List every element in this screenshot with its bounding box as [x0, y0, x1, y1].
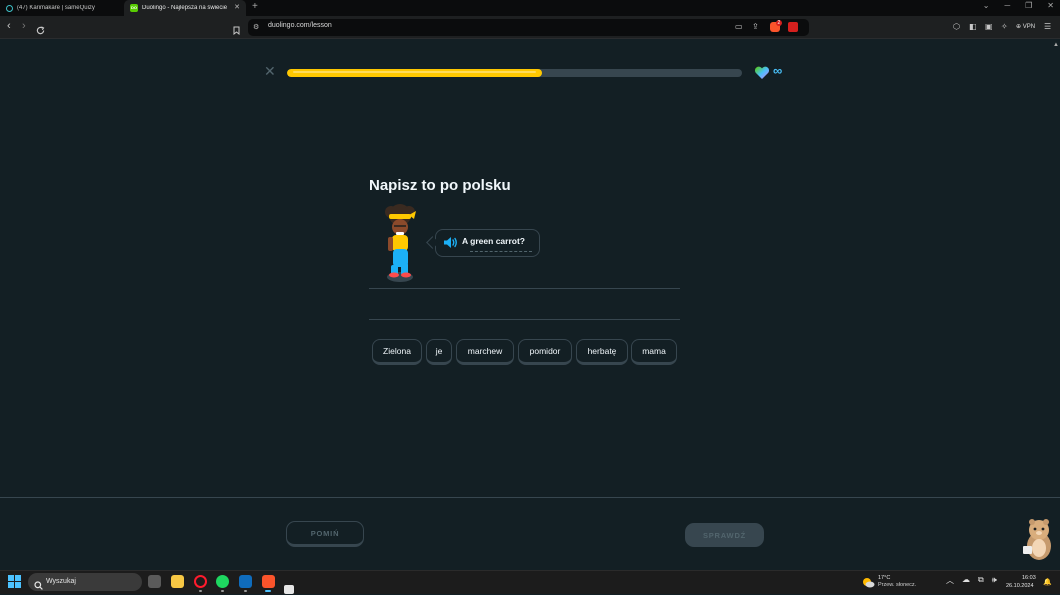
vpn-label: VPN: [1022, 24, 1036, 30]
challenge-title: Napisz to po polsku: [369, 177, 511, 194]
notification-bell-icon[interactable]: 🔔: [1043, 578, 1052, 586]
windows-logo-icon: [8, 575, 21, 588]
brave-browser-icon[interactable]: [262, 575, 275, 588]
brave-rewards-icon[interactable]: [788, 22, 798, 32]
vpn-button[interactable]: ⊕ VPN: [1016, 23, 1035, 30]
lesson-progress-bar: [287, 69, 742, 77]
word-chip-je[interactable]: je: [426, 339, 452, 365]
browser-tab-active[interactable]: DO Duolingo - Najlepsza na świecie ✕: [124, 0, 246, 16]
forward-button[interactable]: ›: [22, 20, 26, 32]
running-indicator: [199, 590, 202, 592]
prompt-hint-underline: [470, 251, 532, 252]
page-scrollbar[interactable]: [1052, 40, 1060, 570]
reload-button[interactable]: [36, 22, 45, 40]
footer-divider: [0, 497, 1060, 498]
tab-close-icon[interactable]: ✕: [234, 3, 240, 11]
minimize-button[interactable]: ─: [1004, 1, 1010, 10]
running-indicator: [221, 590, 224, 592]
prompt-sentence[interactable]: A green carrot?: [462, 236, 525, 246]
word-chip-mama[interactable]: mama: [631, 339, 677, 365]
sidebar-icon[interactable]: ◧: [969, 22, 977, 31]
menu-icon[interactable]: ☰: [1044, 22, 1051, 31]
skip-button[interactable]: POMIŃ: [286, 521, 364, 547]
character-illustration: [379, 203, 421, 288]
close-window-button[interactable]: ✕: [1047, 1, 1054, 10]
address-bar[interactable]: [248, 19, 809, 36]
share-icon[interactable]: ⇪: [752, 22, 759, 31]
clock-time[interactable]: 16:03: [1022, 575, 1036, 581]
tab-search-chevron-icon[interactable]: ⌄: [983, 1, 990, 10]
back-button[interactable]: ‹: [7, 20, 11, 32]
cast-icon[interactable]: ▭: [735, 22, 743, 31]
check-button[interactable]: SPRAWDŹ: [685, 523, 764, 547]
speaker-icon[interactable]: [443, 236, 458, 254]
search-placeholder: Wyszukaj: [46, 578, 76, 585]
hamster-sticker-icon: [1021, 518, 1055, 567]
tab-title: Duolingo - Najlepsza na świecie: [142, 5, 228, 11]
reload-icon: [36, 26, 45, 35]
extensions-icon[interactable]: ⬡: [953, 22, 960, 31]
url-text[interactable]: duolingo.com/lesson: [268, 22, 332, 29]
active-app-indicator: [265, 590, 271, 592]
tab-title: (47) Karimakare | sameQuizy: [17, 5, 95, 11]
weather-temperature: 17°C: [878, 575, 891, 581]
opera-icon[interactable]: [194, 575, 207, 588]
weather-sun-cloud-icon[interactable]: [862, 575, 875, 593]
heart-icon: [754, 66, 770, 85]
answer-line: [369, 288, 680, 289]
window-controls: ⌄ ─ ❐ ✕: [983, 1, 1054, 10]
word-chip-herbate[interactable]: herbatę: [576, 339, 628, 365]
answer-line: [369, 319, 680, 320]
onedrive-cloud-icon[interactable]: ☁: [962, 575, 970, 586]
network-icon[interactable]: ⧉: [978, 575, 984, 586]
quizy-favicon-icon: [6, 4, 13, 12]
leo-ai-icon[interactable]: ✧: [1001, 22, 1008, 31]
browser-tab[interactable]: (47) Karimakare | sameQuizy: [0, 0, 122, 16]
progress-shine: [293, 71, 536, 73]
site-settings-icon[interactable]: ⚙: [253, 23, 259, 31]
weather-description: Przew. słonecz.: [878, 582, 917, 588]
volume-icon[interactable]: 🕪: [992, 575, 997, 586]
shields-count-badge: 2: [776, 20, 782, 26]
search-icon: [34, 577, 43, 595]
taskbar-app-icon[interactable]: [284, 585, 294, 594]
hearts-count: ∞: [773, 63, 783, 78]
word-chip-marchew[interactable]: marchew: [456, 339, 514, 365]
bookmark-icon: [233, 26, 240, 36]
duolingo-favicon-icon: DO: [130, 4, 138, 12]
bookmark-button[interactable]: [233, 22, 240, 40]
clock-date[interactable]: 26.10.2024: [1006, 583, 1034, 589]
new-tab-button[interactable]: +: [252, 1, 258, 12]
scroll-up-icon[interactable]: ▲: [1053, 42, 1059, 48]
start-button[interactable]: [8, 575, 21, 593]
tray-chevron-icon[interactable]: ︿: [946, 575, 954, 586]
file-explorer-icon[interactable]: [171, 575, 184, 588]
outlook-icon[interactable]: [239, 575, 252, 588]
restore-button[interactable]: ❐: [1025, 1, 1032, 10]
system-tray: ︿ ☁ ⧉ 🕪: [946, 575, 997, 586]
task-view-icon[interactable]: [148, 575, 161, 588]
wallet-icon[interactable]: ▣: [985, 22, 993, 31]
spotify-icon[interactable]: [216, 575, 229, 588]
word-chip-pomidor[interactable]: pomidor: [518, 339, 572, 365]
close-lesson-button[interactable]: ✕: [264, 64, 276, 78]
running-indicator: [244, 590, 247, 592]
word-chip-zielona[interactable]: Zielona: [372, 339, 422, 365]
